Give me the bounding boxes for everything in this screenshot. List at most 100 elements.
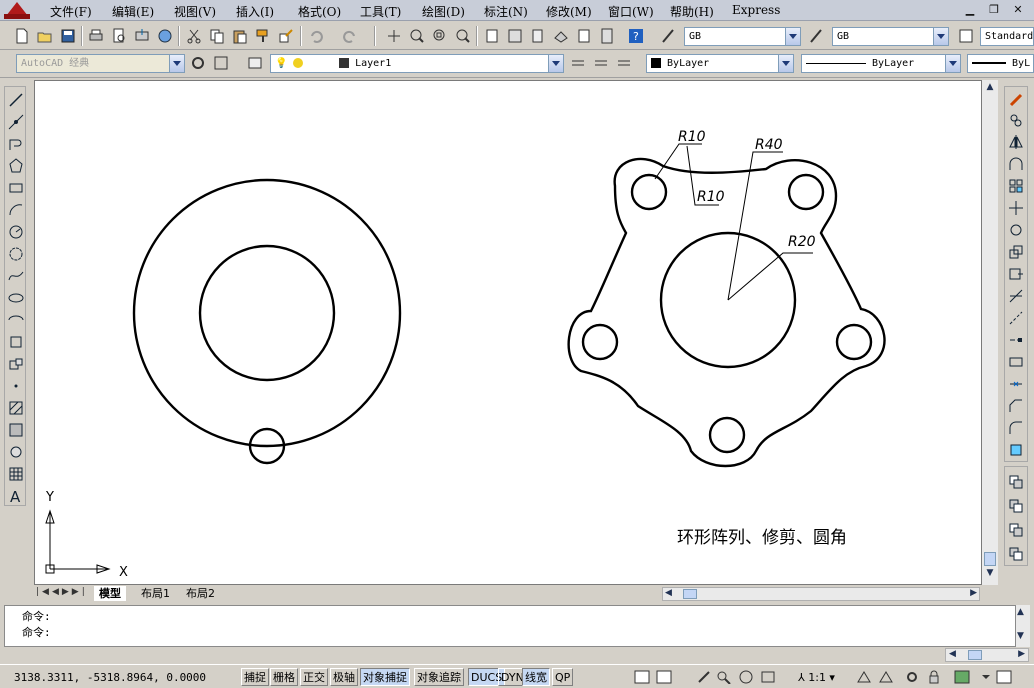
hatch-icon[interactable] <box>6 397 26 418</box>
canvas-horizontal-scrollbar[interactable]: ◀ ▶ <box>662 587 980 601</box>
scroll-thumb[interactable] <box>968 650 982 660</box>
showmotion-icon[interactable] <box>758 668 778 686</box>
send-to-back-icon[interactable] <box>1006 495 1026 516</box>
zoom-previous-icon[interactable] <box>453 26 473 46</box>
scroll-left-icon[interactable]: ◀ <box>949 649 956 659</box>
zoom-icon[interactable] <box>714 668 734 686</box>
polyline-icon[interactable] <box>6 133 26 154</box>
bring-above-icon[interactable] <box>1006 519 1026 540</box>
rotate-icon[interactable] <box>1006 219 1026 240</box>
clean-screen-icon[interactable] <box>994 668 1014 686</box>
save-icon[interactable] <box>58 26 78 46</box>
snap-toggle[interactable]: 捕捉 <box>241 668 269 686</box>
restore-icon[interactable]: ❐ <box>986 3 1002 17</box>
scroll-left-icon[interactable]: ◀ <box>665 588 672 598</box>
properties-icon[interactable] <box>482 26 502 46</box>
tab-layout2[interactable]: 布局2 <box>181 586 220 601</box>
chevron-down-icon[interactable] <box>933 28 948 45</box>
block-editor-icon[interactable] <box>276 26 296 46</box>
tab-nav-icon[interactable]: |◀◀▶▶| <box>36 587 88 597</box>
command-line-2[interactable]: 命令: <box>22 624 51 640</box>
line-icon[interactable] <box>6 89 26 110</box>
mirror-icon[interactable] <box>1006 131 1026 152</box>
ellipse-arc-icon[interactable] <box>6 309 26 330</box>
zoom-window-icon[interactable] <box>430 26 450 46</box>
menu-view[interactable]: 视图(V) <box>174 3 216 20</box>
scroll-up-icon[interactable]: ▲ <box>1017 607 1024 617</box>
array-icon[interactable] <box>1006 175 1026 196</box>
workspace-settings-icon[interactable] <box>188 53 208 73</box>
undo-icon[interactable] <box>306 26 326 46</box>
bring-to-front-icon[interactable] <box>1006 471 1026 492</box>
command-horizontal-scrollbar[interactable]: ◀ ▶ <box>945 648 1029 662</box>
dimension-style-select[interactable]: GB <box>684 27 801 46</box>
revision-cloud-icon[interactable] <box>6 243 26 264</box>
qp-toggle[interactable]: QP <box>552 668 574 686</box>
lineweight-toggle[interactable]: 线宽 <box>522 668 550 686</box>
scroll-thumb[interactable] <box>984 552 996 566</box>
chevron-down-icon[interactable] <box>945 55 960 72</box>
status-menu-icon[interactable] <box>976 668 996 686</box>
grid-toggle[interactable]: 栅格 <box>270 668 298 686</box>
otrack-toggle[interactable]: 对象追踪 <box>414 668 464 686</box>
tab-model[interactable]: 模型 <box>94 586 126 601</box>
design-center-icon[interactable] <box>505 26 525 46</box>
menu-insert[interactable]: 插入(I) <box>236 3 274 20</box>
menu-modify[interactable]: 修改(M) <box>546 3 592 20</box>
table-icon[interactable] <box>6 463 26 484</box>
color-select[interactable]: ByLayer <box>646 54 794 73</box>
fillet-icon[interactable] <box>1006 417 1026 438</box>
break-icon[interactable] <box>1006 351 1026 372</box>
tool-palettes-icon[interactable] <box>528 26 548 46</box>
menu-express[interactable]: Express <box>732 3 780 17</box>
circle-icon[interactable] <box>6 221 26 242</box>
scroll-thumb[interactable] <box>683 589 697 599</box>
table-style-select[interactable]: GB <box>832 27 949 46</box>
copy-object-icon[interactable] <box>1006 109 1026 130</box>
send-under-icon[interactable] <box>1006 543 1026 564</box>
command-scrollbar[interactable]: ▲ ▼ <box>1016 605 1030 647</box>
lineweight-select[interactable]: ByL <box>967 54 1034 73</box>
calculator-icon[interactable] <box>597 26 617 46</box>
spline-icon[interactable] <box>6 265 26 286</box>
menu-file[interactable]: 文件(F) <box>50 3 92 20</box>
point-icon[interactable] <box>6 375 26 396</box>
extend-icon[interactable] <box>1006 307 1026 328</box>
markup-icon[interactable] <box>574 26 594 46</box>
move-icon[interactable] <box>1006 197 1026 218</box>
auto-scale-icon[interactable] <box>876 668 896 686</box>
chevron-down-icon[interactable] <box>778 55 793 72</box>
make-layer-current-icon[interactable] <box>568 53 588 73</box>
workspace-select[interactable]: AutoCAD 经典 <box>16 54 185 73</box>
stretch-icon[interactable] <box>1006 263 1026 284</box>
chamfer-icon[interactable] <box>1006 395 1026 416</box>
close-icon[interactable]: ✕ <box>1010 3 1026 17</box>
chevron-down-icon[interactable] <box>548 55 563 72</box>
redo-icon[interactable] <box>340 26 360 46</box>
dimension-style-icon[interactable] <box>659 26 679 46</box>
break-at-point-icon[interactable] <box>1006 329 1026 350</box>
zoom-realtime-icon[interactable] <box>407 26 427 46</box>
menu-format[interactable]: 格式(O) <box>298 3 341 20</box>
match-properties-icon[interactable] <box>253 26 273 46</box>
make-block-icon[interactable] <box>6 353 26 374</box>
trim-icon[interactable] <box>1006 285 1026 306</box>
menu-tools[interactable]: 工具(T) <box>360 3 401 20</box>
pan-icon[interactable] <box>384 26 404 46</box>
copy-icon[interactable] <box>207 26 227 46</box>
ellipse-icon[interactable] <box>6 287 26 308</box>
help-icon[interactable]: ? <box>626 26 646 46</box>
steering-wheel-icon[interactable] <box>736 668 756 686</box>
canvas-vertical-scrollbar[interactable]: ▲ ▼ <box>982 80 998 585</box>
print-icon[interactable] <box>86 26 106 46</box>
join-icon[interactable] <box>1006 373 1026 394</box>
layer-states-icon[interactable] <box>614 53 634 73</box>
sheet-set-icon[interactable] <box>551 26 571 46</box>
construction-line-icon[interactable] <box>6 111 26 132</box>
plot-preview-icon[interactable] <box>109 26 129 46</box>
layer-properties-icon[interactable] <box>245 53 265 73</box>
scroll-up-icon[interactable]: ▲ <box>983 82 997 96</box>
annotation-scale[interactable]: ⅄ 1:1 ▾ <box>798 671 835 684</box>
chevron-down-icon[interactable] <box>785 28 800 45</box>
ortho-toggle[interactable]: 正交 <box>300 668 328 686</box>
